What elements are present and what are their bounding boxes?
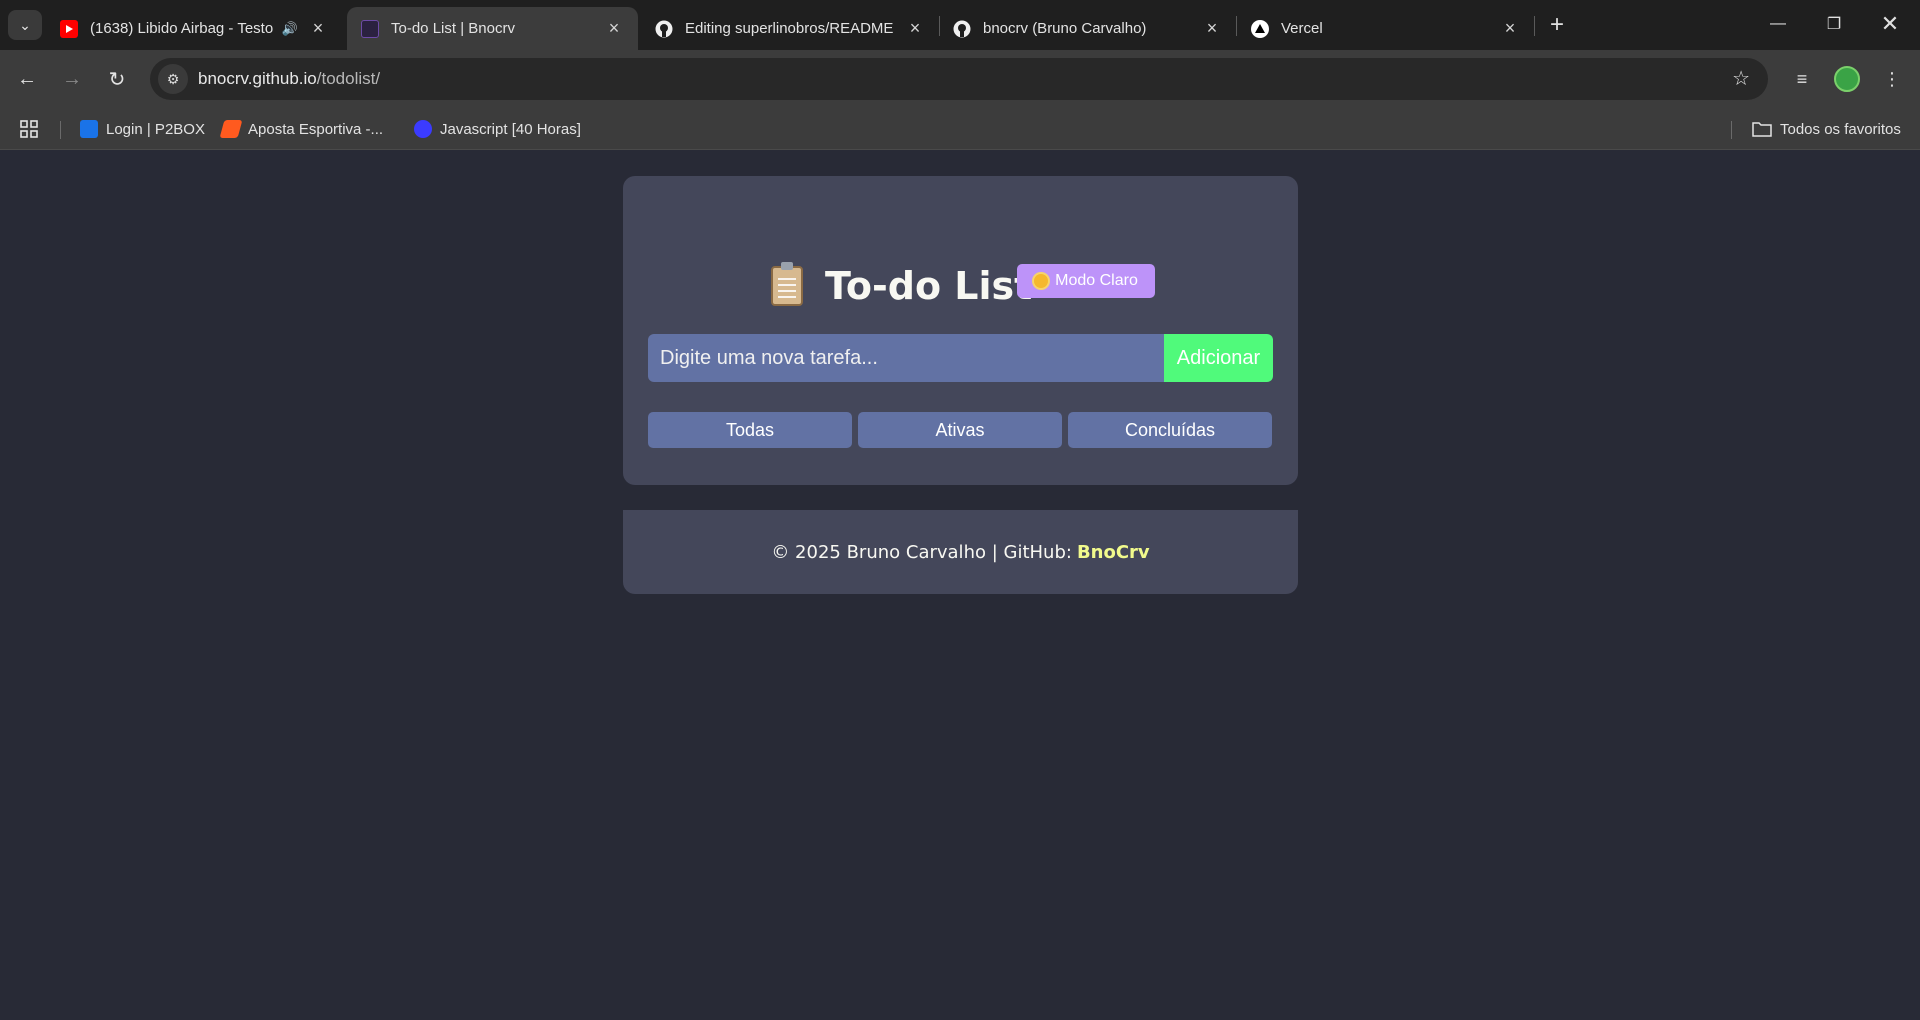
filter-completed-button[interactable]: Concluídas [1068,412,1272,448]
bookmark-javascript[interactable]: Javascript [40 Horas] [414,117,581,141]
tab-github-editing[interactable]: Editing superlinobros/README × [641,7,939,50]
close-icon[interactable]: × [905,18,925,39]
close-icon: ✕ [1880,11,1900,36]
add-task-button[interactable]: Adicionar [1164,334,1273,382]
todo-card: To-do List Modo Claro Adicionar Todas At… [623,176,1298,485]
filter-all-button[interactable]: Todas [648,412,852,448]
light-mode-button[interactable]: Modo Claro [1017,264,1155,298]
tab-vercel[interactable]: Vercel × [1237,7,1534,50]
site-info-icon[interactable]: ⚙ [158,64,188,94]
github-link[interactable]: BnoCrv [1077,542,1150,563]
tab-search-button[interactable]: ⌄ [8,10,42,40]
forward-button[interactable]: → [56,63,88,95]
tab-separator [1534,16,1535,36]
apps-button[interactable] [20,117,38,141]
apps-grid-icon [20,120,38,138]
close-icon[interactable]: × [1202,18,1222,39]
page-title: To-do List [771,261,1032,311]
media-control-icon[interactable]: ≡ [1786,63,1818,95]
all-bookmarks-label: Todos os favoritos [1780,120,1901,138]
speaker-icon[interactable]: 🔊 [282,21,298,37]
plus-icon: + [1549,11,1564,38]
arrow-left-icon: ← [17,67,37,90]
close-window-button[interactable]: ✕ [1862,0,1918,48]
bookmark-label: Login | P2BOX [106,120,205,138]
page-body: To-do List Modo Claro Adicionar Todas At… [0,151,1920,1020]
close-icon[interactable]: × [1500,18,1520,39]
reload-button[interactable]: ↻ [101,63,133,95]
close-icon[interactable]: × [308,18,328,39]
bookmark-separator [1731,121,1732,139]
reload-icon: ↻ [108,68,126,91]
clipboard-icon [771,262,803,306]
bookmark-p2box[interactable]: Login | P2BOX [80,117,205,141]
new-tab-button[interactable]: + [1542,10,1572,40]
bookmark-label: Aposta Esportiva -... [248,120,384,138]
tab-github-profile[interactable]: bnocrv (Bruno Carvalho) × [939,7,1236,50]
tab-title: (1638) Libido Airbag - Testo [90,20,274,37]
tab-title: To-do List | Bnocrv [391,20,515,37]
tab-title: Editing superlinobros/README [685,20,894,37]
filter-active-button[interactable]: Ativas [858,412,1062,448]
tab-title: Vercel [1281,20,1323,37]
arrow-right-icon: → [62,67,82,90]
title-row: To-do List Modo Claro [623,261,1298,311]
light-mode-label: Modo Claro [1055,272,1138,289]
bookmark-separator [60,121,61,139]
restore-button[interactable]: ❐ [1806,0,1862,48]
browser-toolbar: ← → ↻ ⚙ bnocrv.github.io/todolist/ ☆ ≡ ⋮ [0,50,1920,108]
bookmark-star-icon[interactable]: ☆ [1732,66,1750,91]
p2box-icon [80,120,98,138]
footer-text: © 2025 Bruno Carvalho | GitHub: [771,541,1072,563]
javascript-course-icon [414,120,432,138]
tab-todo[interactable]: To-do List | Bnocrv × [347,7,638,50]
bookmark-aposta[interactable]: Aposta Esportiva -... [219,117,384,141]
profile-avatar[interactable] [1834,66,1860,92]
more-menu-icon[interactable]: ⋮ [1876,63,1908,95]
tab-strip: ⌄ (1638) Libido Airbag - Testo 🔊 × To-do… [0,0,1920,50]
minimize-icon: — [1770,15,1786,32]
address-bar[interactable]: ⚙ bnocrv.github.io/todolist/ ☆ [150,58,1768,100]
back-button[interactable]: ← [11,63,43,95]
address-url[interactable]: bnocrv.github.io/todolist/ [198,69,380,89]
sun-icon [1034,274,1049,288]
new-task-input[interactable] [648,334,1164,382]
restore-icon: ❐ [1826,16,1842,33]
all-bookmarks-button[interactable]: Todos os favoritos [1752,117,1901,141]
minimize-button[interactable]: — [1750,0,1806,48]
github-icon [655,20,673,38]
bookmark-label: Javascript [40 Horas] [440,120,581,138]
tab-title: bnocrv (Bruno Carvalho) [983,20,1147,37]
todo-favicon [361,19,379,38]
github-icon [953,20,971,38]
footer: © 2025 Bruno Carvalho | GitHub: BnoCrv [623,510,1298,594]
close-icon[interactable]: × [604,18,624,39]
youtube-icon [60,19,78,38]
tab-separator [939,16,940,36]
folder-icon [1752,122,1772,137]
bookmarks-bar: Login | P2BOX Aposta Esportiva -... Java… [0,108,1920,150]
tab-separator [1236,16,1237,36]
bet-icon [219,120,243,138]
vercel-icon [1251,19,1269,38]
page-title-text: To-do List [825,264,1033,308]
tab-youtube[interactable]: (1638) Libido Airbag - Testo 🔊 × [46,7,342,50]
chevron-down-icon: ⌄ [19,16,31,33]
